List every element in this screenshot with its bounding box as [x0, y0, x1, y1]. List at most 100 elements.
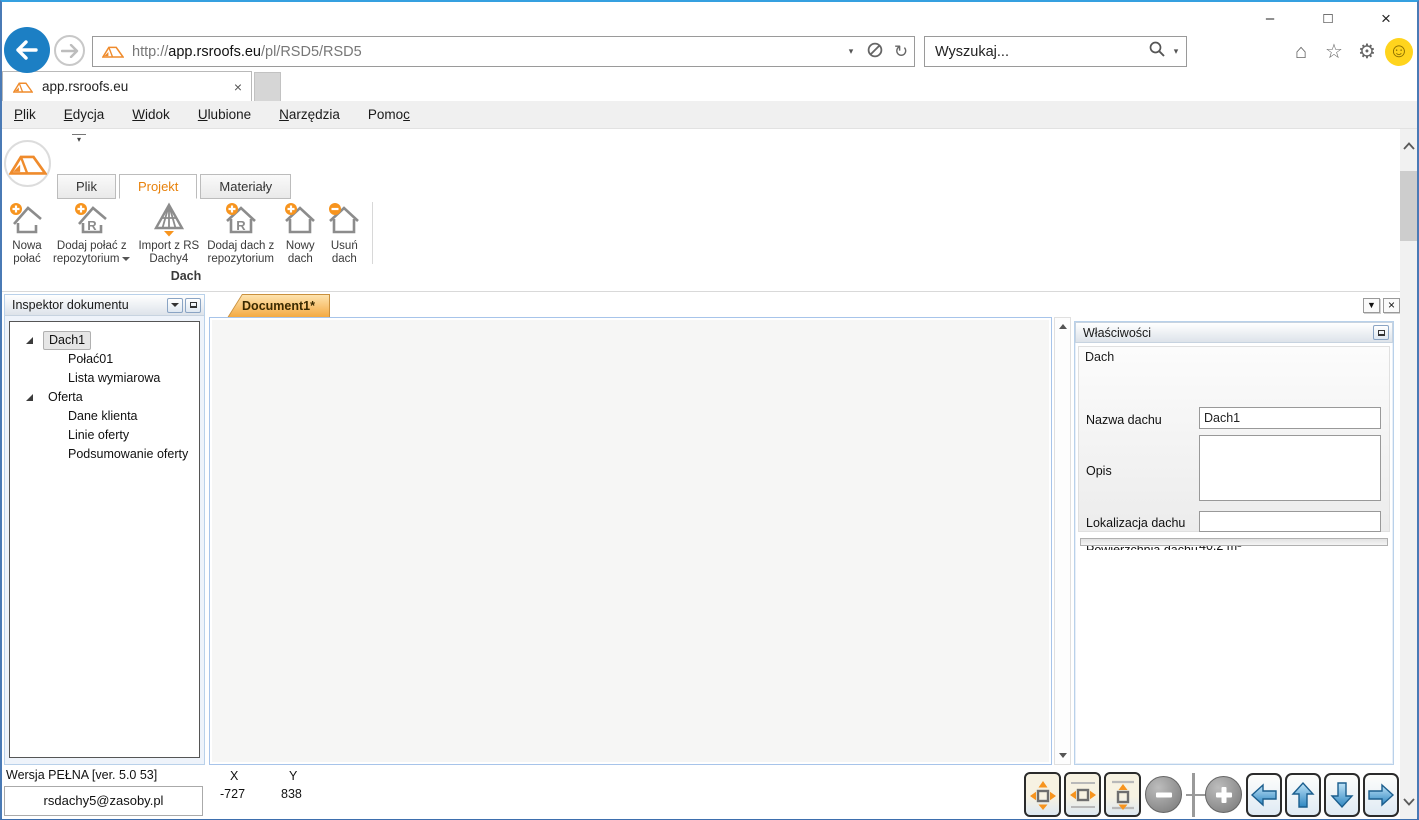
nowa-polac-button[interactable]: Nowapołać: [5, 200, 49, 266]
settings-gear-icon[interactable]: ⚙: [1352, 38, 1382, 66]
window-close-button[interactable]: ×: [1363, 4, 1409, 34]
x-coordinate-value: -727: [220, 787, 245, 801]
properties-header[interactable]: Właściwości: [1075, 322, 1393, 343]
zoom-slider-thumb[interactable]: [1192, 773, 1195, 817]
properties-collapse-button[interactable]: [1373, 325, 1389, 340]
menu-widok[interactable]: Widok: [132, 107, 184, 122]
scrollbar-thumb[interactable]: [1400, 171, 1417, 241]
refresh-icon[interactable]: ↻: [888, 42, 914, 62]
properties-empty-area: [1078, 550, 1390, 761]
menu-pomoc[interactable]: Pomoc: [368, 107, 424, 122]
inspector-collapse-button[interactable]: [185, 298, 201, 313]
document-tab-bar: Document1*: [209, 293, 1054, 318]
dropdown-caret-icon: [122, 257, 130, 261]
app-logo[interactable]: [4, 140, 51, 187]
properties-panel: Właściwości Dach Nazwa dachu Opis Lokali…: [1074, 321, 1394, 765]
version-label: Wersja PEŁNA [ver. 5.0 53]: [6, 768, 157, 782]
tree-item-podsumowanie-oferty[interactable]: Podsumowanie oferty: [10, 445, 199, 464]
dodaj-dach-z-repozytorium-button[interactable]: R Dodaj dach zrepozytorium: [203, 200, 278, 266]
properties-horizontal-scrollbar[interactable]: [1080, 538, 1388, 546]
search-icon[interactable]: [1148, 40, 1166, 63]
pan-left-button[interactable]: [1246, 773, 1282, 817]
drawing-canvas-surface[interactable]: [212, 320, 1049, 762]
tree-item-linie-oferty[interactable]: Linie oferty: [10, 426, 199, 445]
page-vertical-scrollbar[interactable]: [1400, 129, 1417, 819]
address-bar[interactable]: http://app.rsroofs.eu/pl/RSD5/RSD5 ▾ ↻: [92, 36, 915, 67]
window-maximize-button[interactable]: □: [1305, 4, 1351, 34]
browser-window: – □ × http://app.rsroofs.eu/pl/RSD5/RSD5…: [0, 0, 1419, 820]
collapse-icon: [1378, 330, 1385, 336]
inspector-header[interactable]: Inspektor dokumentu: [5, 295, 204, 316]
ribbon-tab-strip: Plik Projekt Materiały: [57, 174, 294, 199]
menu-plik[interactable]: Plik: [14, 107, 50, 122]
ribbon-tab-materialy[interactable]: Materiały: [200, 174, 291, 199]
new-tab-button[interactable]: [254, 72, 281, 101]
section-title: Dach: [1079, 347, 1389, 364]
zoom-in-button[interactable]: [1205, 776, 1242, 813]
nazwa-dachu-input[interactable]: [1199, 407, 1381, 429]
fit-height-button[interactable]: [1104, 772, 1141, 817]
tree-item-dach1[interactable]: Dach1: [10, 331, 199, 350]
stop-icon[interactable]: [862, 42, 888, 61]
dodaj-polac-z-repozytorium-button[interactable]: R Dodaj połać zrepozytorium: [49, 200, 134, 266]
drawing-canvas[interactable]: [209, 317, 1052, 765]
house-minus-icon: [326, 200, 362, 238]
nowy-dach-button[interactable]: Nowydach: [278, 200, 322, 266]
scroll-down-icon[interactable]: [1059, 753, 1067, 758]
fit-width-button[interactable]: [1064, 772, 1101, 817]
menu-narzedzia[interactable]: Narzędzia: [279, 107, 354, 122]
menu-ulubione[interactable]: Ulubione: [198, 107, 265, 122]
tree-item-lista-wymiarowa[interactable]: Lista wymiarowa: [10, 369, 199, 388]
tree-item-polac01[interactable]: Połać01: [10, 350, 199, 369]
account-box[interactable]: rsdachy5@zasoby.pl: [4, 786, 203, 816]
search-box: ▾: [924, 36, 1187, 67]
tree-expander-icon[interactable]: [26, 337, 33, 344]
scrollbar-up-icon[interactable]: [1400, 129, 1417, 163]
opis-textarea[interactable]: [1199, 435, 1381, 501]
caret-down-icon: [171, 303, 179, 307]
plus-icon: [1213, 784, 1235, 806]
arrow-right-icon: [1367, 782, 1395, 808]
favorites-star-icon[interactable]: ☆: [1319, 38, 1349, 66]
usun-dach-button[interactable]: Usuńdach: [322, 200, 366, 266]
document-tab[interactable]: Document1*: [227, 294, 330, 318]
ribbon-button-group: Nowapołać R Dodaj połać zrepozytorium Im…: [2, 200, 377, 268]
menu-edycja[interactable]: Edycja: [64, 107, 119, 122]
zoom-out-button[interactable]: [1145, 776, 1182, 813]
ribbon-tab-plik[interactable]: Plik: [57, 174, 116, 199]
scroll-up-icon[interactable]: [1059, 324, 1067, 329]
arrow-left-icon: [1250, 782, 1278, 808]
status-bar: Wersja PEŁNA [ver. 5.0 53] rsdachy5@zaso…: [2, 765, 1417, 819]
document-close-icon[interactable]: ×: [1383, 298, 1400, 313]
house-repo-plus-icon: R: [223, 200, 259, 238]
tab-close-icon[interactable]: ×: [225, 79, 251, 95]
import-z-rs-dachy4-button[interactable]: Import z RSDachy4: [134, 200, 203, 266]
scrollbar-down-icon[interactable]: [1400, 785, 1417, 819]
pan-down-button[interactable]: [1324, 773, 1360, 817]
fit-to-view-button[interactable]: [1024, 772, 1061, 817]
opis-label: Opis: [1086, 464, 1112, 478]
pan-up-button[interactable]: [1285, 773, 1321, 817]
canvas-vertical-scrollbar[interactable]: [1054, 317, 1071, 765]
document-list-caret-icon[interactable]: ▼: [1363, 298, 1380, 313]
search-dropdown-caret-icon[interactable]: ▾: [1166, 46, 1186, 57]
home-icon[interactable]: ⌂: [1286, 38, 1316, 66]
svg-text:R: R: [236, 218, 246, 233]
ribbon-tab-projekt[interactable]: Projekt: [119, 174, 197, 199]
window-minimize-button[interactable]: –: [1247, 4, 1293, 34]
inspector-dropdown-button[interactable]: [167, 298, 183, 313]
search-input[interactable]: [925, 44, 1148, 60]
tree-item-oferta[interactable]: Oferta: [10, 388, 199, 407]
tree-expander-icon[interactable]: [26, 394, 33, 401]
browser-tab[interactable]: app.rsroofs.eu ×: [2, 71, 252, 101]
url-dropdown-caret-icon[interactable]: ▾: [840, 46, 862, 57]
inspector-panel: Inspektor dokumentu Dach1 Połać01 Lista …: [4, 294, 205, 765]
forward-button[interactable]: [54, 35, 85, 66]
quick-access-caret-icon[interactable]: ▾: [72, 134, 86, 144]
pan-right-button[interactable]: [1363, 773, 1399, 817]
nazwa-dachu-label: Nazwa dachu: [1086, 413, 1162, 427]
lokalizacja-dachu-input[interactable]: [1199, 511, 1381, 532]
tree-item-dane-klienta[interactable]: Dane klienta: [10, 407, 199, 426]
back-button[interactable]: [4, 27, 50, 73]
feedback-smiley-icon[interactable]: ☺: [1385, 38, 1413, 66]
